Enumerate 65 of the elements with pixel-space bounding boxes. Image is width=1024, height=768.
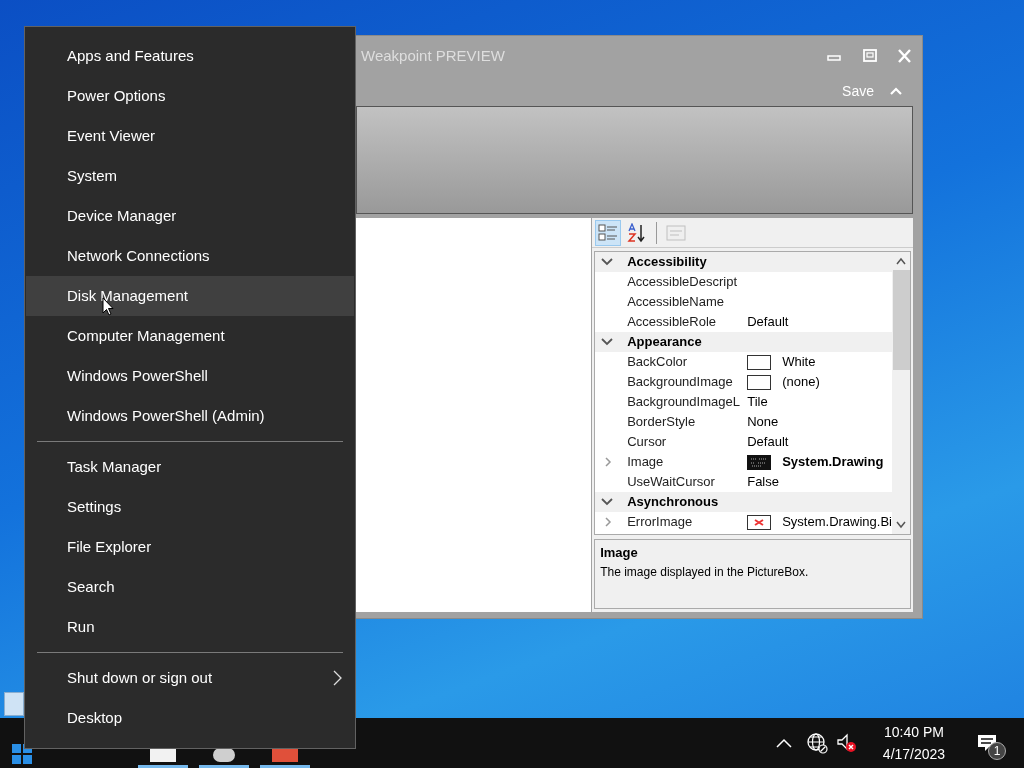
speaker-muted-icon[interactable] [836, 732, 858, 754]
chevron-down-icon[interactable] [601, 257, 614, 267]
property-name: BorderStyle [627, 413, 697, 432]
menu-item[interactable]: Computer Management [26, 316, 354, 356]
network-icon[interactable] [806, 732, 828, 754]
menu-item[interactable]: Windows PowerShell [26, 356, 354, 396]
property-name: UseWaitCursor [627, 473, 716, 492]
property-name: AccessibleDescript [627, 273, 738, 292]
menu-item[interactable]: Shut down or sign out [26, 658, 354, 698]
menu-item[interactable]: Event Viewer [26, 116, 354, 156]
property-name: BackgroundImage [627, 373, 734, 392]
menu-item[interactable]: Device Manager [26, 196, 354, 236]
scrollbar[interactable] [892, 252, 910, 534]
property-name: ErrorImage [627, 513, 694, 532]
property-value[interactable]: Tile [747, 392, 768, 412]
chevron-down-icon[interactable] [601, 497, 614, 507]
collapse-icon[interactable] [889, 86, 903, 96]
chevron-right-icon [333, 670, 342, 686]
menu-item[interactable]: Task Manager [26, 447, 354, 487]
menu-item[interactable]: Apps and Features [26, 36, 354, 76]
property-value[interactable]: Default [747, 432, 789, 452]
description-text: The image displayed in the PictureBox. [600, 563, 810, 581]
property-value[interactable]: System.Drawing.Bi [782, 512, 892, 532]
chevron-down-icon[interactable] [601, 337, 614, 347]
menu-item[interactable]: Network Connections [26, 236, 354, 276]
notification-badge: 1 [988, 742, 1006, 760]
categorized-view-button[interactable] [595, 219, 622, 246]
category-label: Accessibility [627, 253, 707, 272]
property-name: BackColor [627, 353, 689, 372]
color-swatch [747, 354, 772, 370]
menu-item[interactable]: System [26, 156, 354, 196]
menu-item[interactable]: Power Options [26, 76, 354, 116]
chevron-up-icon[interactable] [776, 737, 792, 749]
property-name: Cursor [627, 433, 668, 452]
property-name: BackgroundImageL [627, 393, 741, 412]
category-label: Appearance [627, 333, 702, 352]
error-image-icon [747, 514, 772, 530]
menu-item[interactable]: Desktop [26, 698, 354, 738]
property-value[interactable]: None [747, 412, 779, 432]
image-thumbnail-icon [747, 454, 772, 470]
property-value[interactable]: (none) [782, 372, 820, 392]
property-value[interactable]: White [782, 352, 816, 372]
scrollbar-thumb[interactable] [892, 270, 910, 370]
expand-icon[interactable] [604, 517, 613, 527]
property-name: Image [627, 453, 665, 472]
expand-icon[interactable] [604, 457, 613, 467]
menu-item[interactable]: Settings [26, 487, 354, 527]
menu-item[interactable]: Run [26, 607, 354, 647]
clock-date[interactable]: 4/17/2023 [882, 743, 946, 765]
menu-item[interactable]: Windows PowerShell (Admin) [26, 396, 354, 436]
image-swatch [747, 374, 772, 390]
description-title: Image [600, 544, 639, 562]
menu-item[interactable]: Disk Management [26, 276, 354, 316]
property-value[interactable]: False [747, 472, 779, 492]
property-name: AccessibleRole [627, 313, 718, 332]
menu-item[interactable]: File Explorer [26, 527, 354, 567]
clock-time[interactable]: 10:40 PM [884, 721, 944, 743]
window-title: Weakpoint PREVIEW [361, 45, 505, 66]
close-icon[interactable] [897, 49, 912, 63]
property-value[interactable]: Default [747, 312, 789, 332]
property-value[interactable]: System.Drawing [782, 452, 884, 472]
category-label: Asynchronous [627, 493, 719, 512]
notification-button[interactable]: 1 [970, 723, 1004, 763]
menu-item[interactable]: Search [26, 567, 354, 607]
property-name: AccessibleName [627, 293, 725, 312]
